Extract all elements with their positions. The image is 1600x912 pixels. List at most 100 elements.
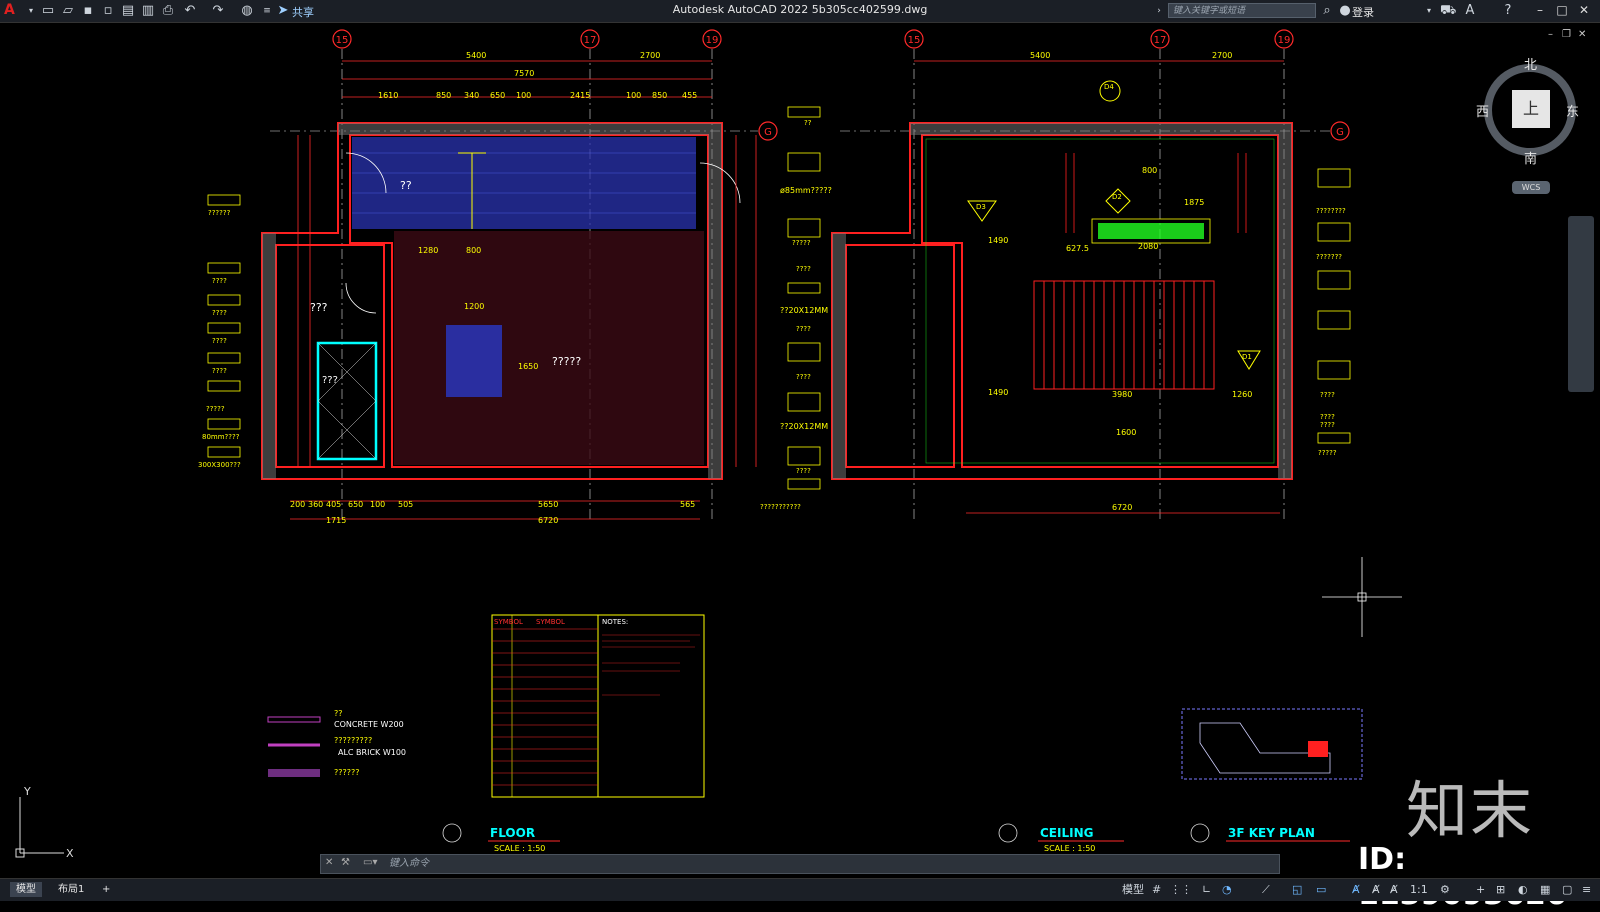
- ceiling-lnote-0: ??: [804, 119, 812, 127]
- symbol-table-col1: SYMBOL: [494, 618, 523, 626]
- ceiling-title: CEILING: [1040, 826, 1093, 840]
- drawing-canvas[interactable]: – ❐ ✕ 15 17 19 G 5400 2700 7570 1610 850…: [0, 23, 1600, 878]
- search-icon[interactable]: ⌕: [1320, 3, 1334, 19]
- ceiling-rnote-5: ?????: [1318, 449, 1337, 457]
- annotation-scale-value[interactable]: 1:1: [1410, 882, 1428, 898]
- login-dropdown-icon[interactable]: ▾: [1424, 3, 1434, 19]
- ceiling-dim-2700: 2700: [1212, 51, 1232, 60]
- viewcube-south[interactable]: 南: [1524, 148, 1537, 167]
- floor-rug: [446, 325, 502, 397]
- ceiling-dim-627-5: 627.5: [1066, 244, 1089, 253]
- autodesk-a360-icon[interactable]: A: [1460, 3, 1480, 19]
- ceiling-lnote-1: ø85mm?????: [780, 186, 832, 195]
- help-icon[interactable]: ?: [1500, 3, 1516, 19]
- command-input[interactable]: 键入命令: [389, 857, 1269, 871]
- tab-model[interactable]: 模型: [10, 882, 42, 897]
- ceiling-dim-5400: 5400: [1030, 51, 1050, 60]
- watermark-id: ID: 1139093626: [1358, 842, 1567, 912]
- doc-close-button[interactable]: ✕: [1578, 29, 1586, 40]
- floor-dim-1610: 1610: [378, 91, 398, 100]
- floor-bdim-505: 505: [398, 500, 413, 509]
- chevron-right-icon[interactable]: ›: [1154, 3, 1164, 19]
- legend-item-3: ALC BRICK W100: [338, 748, 406, 757]
- customization-menu-icon[interactable]: ≡: [1582, 882, 1591, 898]
- polar-icon[interactable]: ◔: [1222, 882, 1232, 898]
- floor-dim-1200: 1200: [464, 302, 484, 311]
- viewcube-west[interactable]: 西: [1476, 101, 1489, 120]
- ceiling-lnote-2: ?????: [792, 239, 811, 247]
- ucs-icon: [15, 797, 64, 858]
- floor-note-7: 300X300???: [198, 461, 241, 469]
- ceiling-plan: 15 17 19 G 5400 2700 D4 D3 D2 D1 800 187…: [760, 29, 1351, 523]
- wall-legend: ?? CONCRETE W200 ????????? ALC BRICK W10…: [267, 709, 406, 777]
- hardware-accel-icon[interactable]: ▦: [1540, 882, 1550, 898]
- annotation-visibility-icon[interactable]: Ⱥ: [1352, 882, 1360, 898]
- viewcube-north[interactable]: 北: [1524, 54, 1537, 73]
- units-icon[interactable]: ⊞: [1496, 882, 1505, 898]
- grid-label-19b: 19: [1278, 35, 1291, 46]
- symbol-table-col2: SYMBOL: [536, 618, 565, 626]
- ucs-x-label: X: [66, 847, 74, 860]
- key-plan-title: 3F KEY PLAN: [1228, 826, 1315, 840]
- legend-item-2: ?????????: [334, 736, 372, 745]
- isodraft-icon[interactable]: ⟋: [1262, 882, 1270, 898]
- isolate-icon[interactable]: ◐: [1518, 882, 1528, 898]
- recent-cmd-icon[interactable]: ▭▾: [363, 857, 377, 868]
- close-button[interactable]: ✕: [1574, 2, 1594, 19]
- viewcube-east[interactable]: 东: [1566, 101, 1579, 120]
- ceiling-lnote-4: ??20X12MM: [780, 306, 828, 315]
- floor-bdim-405: 405: [326, 500, 341, 509]
- ceiling-dim-1600: 1600: [1116, 428, 1136, 437]
- grid-label-19: 19: [706, 35, 719, 46]
- minimize-button[interactable]: –: [1530, 2, 1550, 19]
- add-layout-button[interactable]: +: [96, 882, 116, 897]
- ceiling-rnote-3: ????: [1320, 413, 1335, 421]
- floor-dim-850b: 850: [652, 91, 667, 100]
- floor-dim-650: 650: [490, 91, 505, 100]
- floor-dim-850: 850: [436, 91, 451, 100]
- wcs-button[interactable]: WCS: [1512, 181, 1550, 194]
- clean-screen-icon[interactable]: ▢: [1562, 882, 1572, 898]
- otrack-icon[interactable]: ▭: [1316, 882, 1326, 898]
- ceiling-rnote-0: ????????: [1316, 207, 1346, 215]
- model-space-button[interactable]: 模型: [1122, 882, 1144, 898]
- search-input[interactable]: 键入关键字或短语: [1168, 3, 1316, 18]
- viewcube-top-face[interactable]: 上: [1512, 90, 1550, 128]
- user-icon[interactable]: ●: [1338, 3, 1352, 19]
- floor-room-label-a: ??: [400, 179, 412, 192]
- key-plan-highlight: [1308, 741, 1328, 757]
- floor-dim-340: 340: [464, 91, 479, 100]
- floor-bdim-100: 100: [370, 500, 385, 509]
- plus-icon[interactable]: +: [1476, 882, 1485, 898]
- osnap-icon[interactable]: ◱: [1292, 882, 1302, 898]
- floor-dim-1650: 1650: [518, 362, 538, 371]
- ortho-icon[interactable]: ∟: [1202, 882, 1211, 898]
- maximize-button[interactable]: □: [1552, 2, 1572, 19]
- autoscale-icon[interactable]: Ⱥ: [1372, 882, 1380, 898]
- snap-icon[interactable]: ⋮⋮: [1170, 882, 1192, 898]
- cart-icon[interactable]: ⛟: [1440, 3, 1456, 19]
- doc-minimize-button[interactable]: –: [1548, 29, 1553, 40]
- close-cmd-icon[interactable]: ✕: [325, 857, 333, 868]
- ceiling-dim-1875: 1875: [1184, 198, 1204, 207]
- floor-dim-100: 100: [516, 91, 531, 100]
- customize-cmd-icon[interactable]: ⚒: [341, 857, 350, 868]
- navigation-bar[interactable]: [1568, 216, 1594, 392]
- command-line[interactable]: ✕ ⚒ ▭▾ 键入命令: [320, 854, 1280, 874]
- ceiling-dim-1490b: 1490: [988, 388, 1008, 397]
- ceiling-lnote-6: ????: [796, 373, 811, 381]
- settings-gear-icon[interactable]: ⚙: [1440, 882, 1450, 898]
- watermark-brand: 知末: [1406, 774, 1535, 847]
- floor-plan: 15 17 19 G 5400 2700 7570 1610 850 340 6…: [198, 29, 778, 525]
- floor-note-3: ????: [212, 337, 227, 345]
- annotation-scale-icon[interactable]: Ⱥ: [1390, 882, 1398, 898]
- login-button[interactable]: 登录: [1352, 4, 1374, 20]
- ceiling-dim-800: 800: [1142, 166, 1157, 175]
- grid-label-15b: 15: [908, 35, 921, 46]
- tab-layout1[interactable]: 布局1: [52, 882, 90, 897]
- floor-note-1: ????: [212, 277, 227, 285]
- grid-icon[interactable]: #: [1152, 882, 1161, 898]
- status-bar: 模型 布局1 + 模型 # ⋮⋮ ∟ ◔ ⟋ ◱ ▭ Ⱥ Ⱥ Ⱥ 1:1 ⚙ +…: [0, 878, 1600, 901]
- grid-label-17b: 17: [1154, 35, 1167, 46]
- doc-restore-button[interactable]: ❐: [1562, 29, 1571, 40]
